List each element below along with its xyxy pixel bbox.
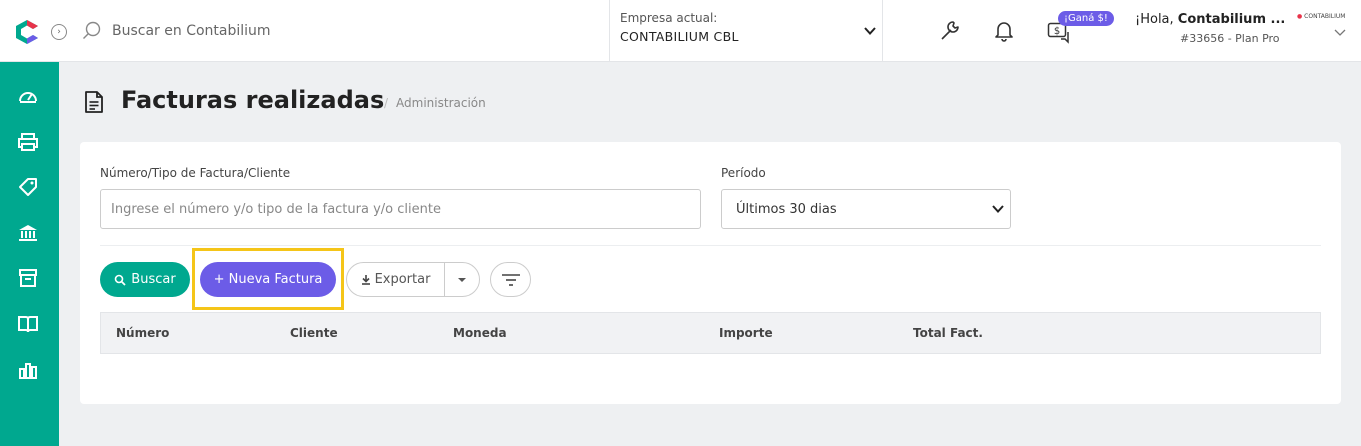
invoice-search-input[interactable] — [100, 189, 701, 229]
bank-icon[interactable] — [17, 222, 39, 244]
divider — [100, 245, 1321, 246]
sidebar — [0, 62, 59, 446]
new-invoice-button[interactable]: + Nueva Factura — [200, 262, 336, 297]
search-icon — [114, 274, 126, 286]
search-button[interactable]: Buscar — [100, 262, 190, 297]
invoices-card: Número/Tipo de Factura/Cliente Período Ú… — [80, 142, 1341, 404]
printer-icon[interactable] — [17, 131, 39, 153]
top-bar: › Empresa actual: CONTABILIUM CBL $ ¡Gan… — [0, 0, 1361, 62]
company-logo: ● CONTABILIUM — [1297, 13, 1346, 20]
user-name: Contabilium ... — [1177, 12, 1286, 27]
column-header[interactable]: Número — [116, 326, 169, 340]
dashboard-icon[interactable] — [17, 85, 39, 107]
period-label: Período — [721, 166, 766, 180]
user-menu[interactable]: ¡Hola, Contabilium ... #33656 - Plan Pro — [1135, 12, 1285, 45]
breadcrumb-item[interactable]: Administración — [396, 96, 486, 110]
export-dropdown-toggle[interactable] — [445, 277, 479, 283]
user-greeting: ¡Hola, Contabilium ... — [1135, 12, 1286, 27]
download-icon — [361, 275, 370, 285]
query-label: Número/Tipo de Factura/Cliente — [100, 166, 291, 180]
global-search-input[interactable] — [106, 14, 586, 48]
column-header[interactable]: Importe — [719, 326, 773, 340]
period-value: Últimos 30 dias — [736, 202, 837, 217]
chart-icon[interactable] — [17, 359, 39, 381]
chevron-down-icon[interactable] — [1334, 29, 1346, 37]
contabilium-logo[interactable] — [14, 19, 40, 45]
document-icon — [85, 91, 103, 113]
column-header[interactable]: Cliente — [290, 326, 338, 340]
column-header[interactable]: Moneda — [453, 326, 507, 340]
export-label: Exportar — [374, 272, 431, 287]
referral-badge[interactable]: ¡Ganá $! — [1058, 11, 1114, 26]
sidebar-toggle-icon[interactable]: › — [51, 24, 67, 40]
export-button-group: Exportar — [346, 262, 480, 297]
period-select[interactable]: Últimos 30 dias — [721, 189, 1011, 229]
filter-icon — [501, 273, 520, 286]
box-icon[interactable] — [17, 267, 39, 289]
tag-icon[interactable] — [17, 176, 39, 198]
bell-icon[interactable] — [995, 20, 1013, 42]
company-label: Empresa actual: — [620, 11, 718, 25]
new-invoice-label: + Nueva Factura — [213, 272, 323, 287]
chevron-down-icon — [992, 205, 1004, 213]
column-header[interactable]: Total Fact. — [913, 326, 983, 340]
table-header: Número Cliente Moneda Importe Total Fact… — [100, 312, 1321, 354]
search-button-label: Buscar — [131, 272, 176, 287]
search-icon — [83, 21, 101, 39]
chevron-down-icon — [864, 27, 876, 35]
user-plan: #33656 - Plan Pro — [1180, 32, 1280, 45]
company-value: CONTABILIUM CBL — [620, 29, 739, 44]
page-title: Facturas realizadas — [121, 86, 385, 114]
filter-button[interactable] — [490, 262, 531, 297]
company-selector[interactable]: Empresa actual: CONTABILIUM CBL — [609, 0, 883, 62]
breadcrumb: / Administración — [384, 96, 486, 110]
export-button[interactable]: Exportar — [347, 263, 445, 296]
wrench-icon[interactable] — [940, 20, 960, 42]
caret-down-icon — [458, 277, 466, 282]
book-icon[interactable] — [17, 313, 39, 335]
svg-text:$: $ — [1054, 26, 1060, 37]
